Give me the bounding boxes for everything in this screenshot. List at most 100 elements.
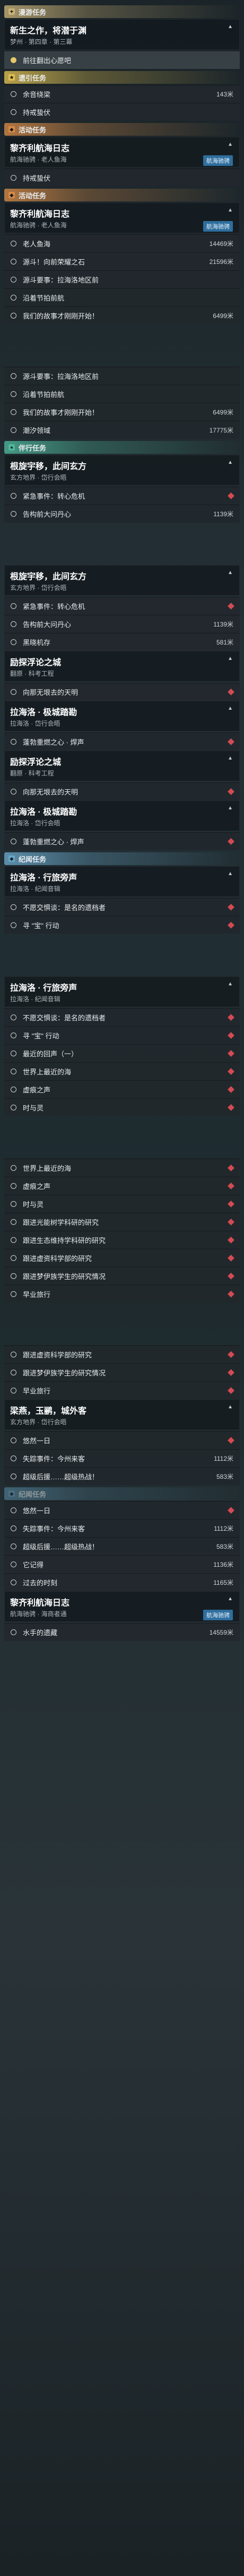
track-radio-icon[interactable] — [11, 839, 16, 844]
quest-card[interactable]: 梁燕，玉鹂，城外客 玄方地界 · 岱行会晤 ▲ — [4, 1399, 240, 1430]
quest-card[interactable]: 励探浮论之城 翻原 · 科考工程 ▲ — [4, 651, 240, 682]
section-header[interactable]: ◈ 纪闻任务 — [4, 852, 240, 865]
track-radio-icon[interactable] — [11, 1165, 16, 1171]
track-radio-icon[interactable] — [11, 493, 16, 499]
track-radio-icon[interactable] — [11, 789, 16, 795]
quest-step-row[interactable]: 告构前大问丹心 1139米 — [4, 505, 240, 523]
track-radio-icon[interactable] — [11, 511, 16, 517]
track-radio-icon[interactable] — [11, 1291, 16, 1297]
track-radio-icon[interactable] — [11, 1543, 16, 1549]
track-radio-icon[interactable] — [11, 1087, 16, 1092]
quest-step-row[interactable]: 告构前大问丹心 1139米 — [4, 615, 240, 633]
track-radio-icon[interactable] — [11, 277, 16, 283]
track-radio-icon[interactable] — [11, 1183, 16, 1189]
quest-step-row[interactable]: 紧急事件：转心危机 — [4, 597, 240, 615]
track-radio-icon[interactable] — [11, 313, 16, 319]
track-radio-icon[interactable] — [11, 1370, 16, 1375]
track-radio-icon[interactable] — [11, 1352, 16, 1357]
quest-step-row[interactable]: 沿着节拍前航 — [4, 385, 240, 403]
collapse-chevron-icon[interactable]: ▲ — [228, 24, 233, 30]
track-radio-icon[interactable] — [11, 1388, 16, 1393]
track-radio-icon[interactable] — [11, 409, 16, 415]
quest-card[interactable]: 拉海洛 · 极城踏勘 拉海洛 · 岱行会晤 ▲ — [4, 701, 240, 731]
quest-step-row[interactable]: 持戒蛰伏 — [4, 169, 240, 187]
collapse-chevron-icon[interactable]: ▲ — [228, 656, 233, 661]
quest-step-row[interactable]: 持戒蛰伏 — [4, 103, 240, 121]
quest-step-row[interactable]: 潮汐领域 17775米 — [4, 421, 240, 439]
collapse-chevron-icon[interactable]: ▲ — [228, 460, 233, 465]
section-header[interactable]: ◆ 活动任务 — [4, 123, 240, 136]
quest-step-row[interactable]: 蓬勃重燃之心 · 焊声 — [4, 733, 240, 751]
quest-step-row[interactable]: 不愿交惧谈：是名的遗档者 — [4, 1008, 240, 1026]
quest-step-row[interactable]: 早业旅行 — [4, 1381, 240, 1399]
quest-step-row[interactable]: 悠然一日 — [4, 1501, 240, 1519]
collapse-chevron-icon[interactable]: ▲ — [228, 755, 233, 761]
track-radio-icon[interactable] — [11, 175, 16, 181]
quest-step-row[interactable]: 源斗要事：拉海洛地区前 — [4, 367, 240, 385]
quest-step-row[interactable]: 跟进虚资科学部的研究 — [4, 1345, 240, 1363]
collapse-chevron-icon[interactable]: ▲ — [228, 1596, 233, 1602]
quest-step-row[interactable]: 前往翻出心愿吧 — [4, 51, 240, 69]
quest-step-row[interactable]: 余音绕梁 143米 — [4, 85, 240, 103]
track-radio-icon[interactable] — [11, 1237, 16, 1243]
collapse-chevron-icon[interactable]: ▲ — [228, 981, 233, 987]
track-radio-icon[interactable] — [11, 1219, 16, 1225]
quest-step-row[interactable]: 时与灵 — [4, 1098, 240, 1116]
collapse-chevron-icon[interactable]: ▲ — [228, 805, 233, 811]
quest-step-row[interactable]: 虚痕之声 — [4, 1177, 240, 1195]
quest-step-row[interactable]: 虚痕之声 — [4, 1080, 240, 1098]
track-radio-icon[interactable] — [11, 1474, 16, 1479]
track-radio-icon[interactable] — [11, 603, 16, 609]
quest-card[interactable]: 黎齐利航海日志 航海驰骋 · 老人鱼海 ▲ 航海驰骋 — [4, 137, 240, 167]
track-radio-icon[interactable] — [11, 739, 16, 745]
track-radio-icon[interactable] — [11, 1033, 16, 1038]
quest-step-row[interactable]: 跟进虚资科学部的研究 — [4, 1249, 240, 1267]
section-header[interactable]: ◆ 活动任务 — [4, 189, 240, 201]
section-header[interactable]: ◈ 纪闻任务 — [4, 1487, 240, 1500]
quest-step-row[interactable]: 它记得 1136米 — [4, 1555, 240, 1573]
track-radio-icon[interactable] — [11, 621, 16, 627]
section-header[interactable]: ✦ 漫游任务 — [4, 5, 240, 18]
track-radio-icon[interactable] — [11, 1069, 16, 1074]
quest-step-row[interactable]: 超级后援……超级热战！ 583米 — [4, 1467, 240, 1485]
quest-step-row[interactable]: 跟进梦伊族学生的研究情况 — [4, 1363, 240, 1381]
track-radio-icon[interactable] — [11, 1014, 16, 1020]
quest-step-row[interactable]: 跟进生态维持学科研的研究 — [4, 1231, 240, 1249]
track-radio-icon[interactable] — [11, 1105, 16, 1110]
quest-card[interactable]: 励探浮论之城 翻原 · 科考工程 ▲ — [4, 751, 240, 781]
collapse-chevron-icon[interactable]: ▲ — [228, 871, 233, 877]
collapse-chevron-icon[interactable]: ▲ — [228, 1404, 233, 1410]
quest-step-row[interactable]: 寻 "宝" 行动 — [4, 916, 240, 934]
quest-step-row[interactable]: 悠然一日 — [4, 1431, 240, 1449]
quest-step-row[interactable]: 沿着节拍前航 — [4, 288, 240, 306]
quest-step-row[interactable]: 世界上最近的海 — [4, 1159, 240, 1177]
quest-step-row[interactable]: 紧急事件：转心危机 — [4, 487, 240, 505]
quest-step-row[interactable]: 向那无垠去的天明 — [4, 683, 240, 701]
quest-step-row[interactable]: 跟进光能树学科研的研究 — [4, 1213, 240, 1231]
quest-step-row[interactable]: 向那无垠去的天明 — [4, 782, 240, 800]
track-radio-icon[interactable] — [11, 1562, 16, 1567]
track-radio-icon[interactable] — [11, 904, 16, 910]
quest-step-row[interactable]: 超级后援……超级热战！ 583米 — [4, 1537, 240, 1555]
quest-card[interactable]: 拉海洛 · 行旅旁声 拉海洛 · 纪闻音辑 ▲ — [4, 866, 240, 897]
track-radio-icon[interactable] — [11, 639, 16, 645]
section-header[interactable]: ● 伴行任务 — [4, 441, 240, 454]
track-radio-icon[interactable] — [11, 1201, 16, 1207]
quest-step-row[interactable]: 寻 "宝" 行动 — [4, 1026, 240, 1044]
quest-step-row[interactable]: 不愿交惧谈：是名的遗档者 — [4, 898, 240, 916]
quest-card[interactable]: 黎齐利航海日志 航海驰骋 · 海商者通 ▲ 航海驰骋 — [4, 1591, 240, 1622]
track-radio-icon[interactable] — [11, 1455, 16, 1461]
quest-step-row[interactable]: 跟进梦伊族学生的研究情况 — [4, 1267, 240, 1285]
track-radio-icon[interactable] — [11, 922, 16, 928]
quest-step-row[interactable]: 我们的故事才刚刚开始！ 6499米 — [4, 403, 240, 421]
quest-step-row[interactable]: 时与灵 — [4, 1195, 240, 1213]
track-radio-icon[interactable] — [11, 1273, 16, 1279]
quest-step-row[interactable]: 老人鱼海 14469米 — [4, 234, 240, 252]
quest-step-row[interactable]: 失踪事件：今州来客 1112米 — [4, 1519, 240, 1537]
quest-step-row[interactable]: 早业旅行 — [4, 1285, 240, 1303]
track-radio-icon[interactable] — [11, 57, 16, 63]
collapse-chevron-icon[interactable]: ▲ — [228, 142, 233, 147]
quest-step-row[interactable]: 我们的故事才刚刚开始！ 6499米 — [4, 306, 240, 324]
quest-step-row[interactable]: 蓬勃重燃之心 · 焊声 — [4, 832, 240, 850]
track-radio-icon[interactable] — [11, 373, 16, 379]
